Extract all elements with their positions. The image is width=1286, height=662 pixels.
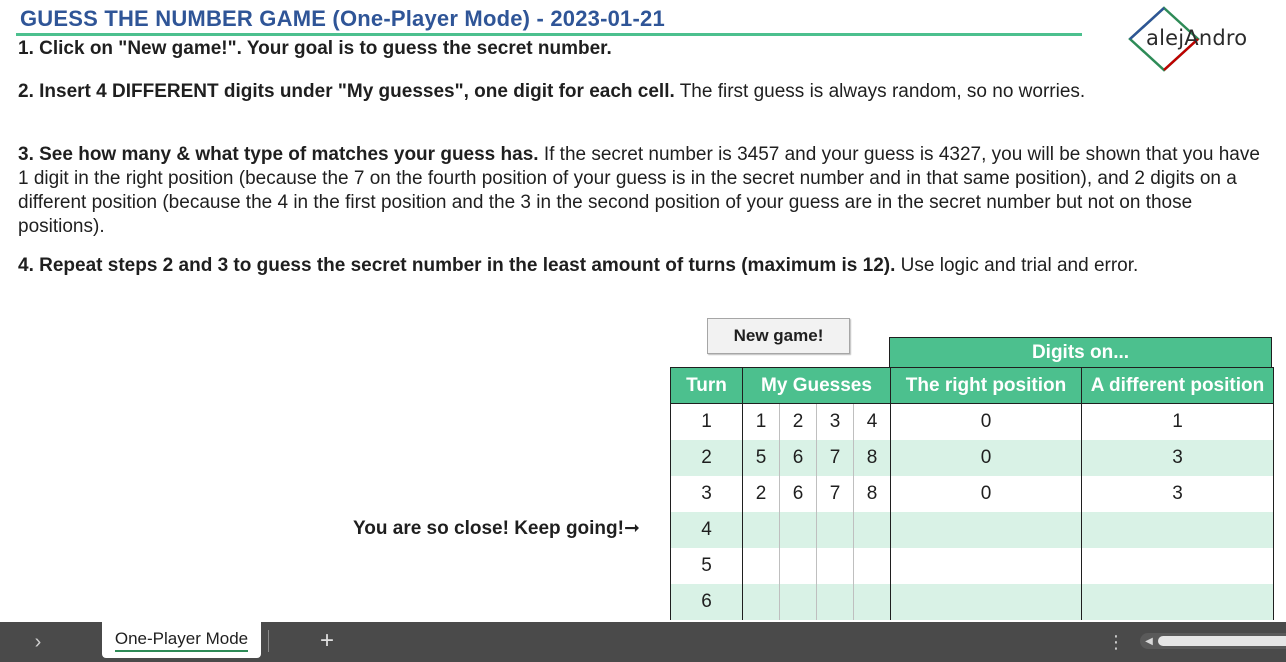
header-different-position: A different position — [1081, 367, 1274, 404]
guess-digit-cell[interactable] — [779, 583, 817, 620]
header-right-position: The right position — [890, 367, 1082, 404]
table-row: 4 — [670, 511, 1274, 548]
instruction-step-4: 4. Repeat steps 2 and 3 to guess the sec… — [18, 254, 1268, 278]
new-game-button[interactable]: New game! — [707, 318, 850, 354]
step-4-bold: 4. Repeat steps 2 and 3 to guess the sec… — [18, 255, 896, 276]
different-position-cell: 1 — [1081, 403, 1274, 440]
horizontal-scrollbar[interactable]: ◀ — [1140, 633, 1286, 649]
different-position-cell: 3 — [1081, 475, 1274, 512]
worksheet-left-edge — [0, 0, 8, 622]
guess-digit-cell[interactable]: 5 — [742, 439, 780, 476]
header-my-guesses: My Guesses — [742, 367, 891, 404]
turn-cell: 4 — [670, 511, 743, 548]
guess-digit-cell[interactable]: 4 — [853, 403, 891, 440]
header-turn: Turn — [670, 367, 743, 404]
guess-digit-cell[interactable]: 8 — [853, 439, 891, 476]
chevron-right-icon[interactable]: › — [28, 630, 48, 654]
guess-digit-cell[interactable] — [816, 547, 854, 584]
game-grid: Turn My Guesses The right position A dif… — [670, 367, 1274, 620]
guess-digit-cell[interactable]: 3 — [816, 403, 854, 440]
different-position-cell — [1081, 547, 1274, 584]
guess-digit-cell[interactable] — [816, 583, 854, 620]
table-row: 1 1 2 3 4 0 1 — [670, 403, 1274, 440]
guess-digit-cell[interactable] — [853, 547, 891, 584]
guess-digit-cell[interactable]: 1 — [742, 403, 780, 440]
guess-digit-cell[interactable] — [853, 511, 891, 548]
guess-digit-cell[interactable] — [853, 583, 891, 620]
turn-cell: 3 — [670, 475, 743, 512]
guess-digit-cell[interactable] — [816, 511, 854, 548]
table-row: 5 — [670, 547, 1274, 584]
guess-digit-cell[interactable]: 7 — [816, 439, 854, 476]
tab-one-player-mode[interactable]: One-Player Mode — [102, 622, 261, 658]
guess-digit-cell[interactable] — [742, 547, 780, 584]
right-position-cell: 0 — [890, 475, 1082, 512]
title-underline — [16, 33, 1082, 36]
worksheet[interactable]: GUESS THE NUMBER GAME (One-Player Mode) … — [0, 0, 1286, 622]
step-2-text: The first guess is always random, so no … — [674, 81, 1086, 102]
tab-divider — [268, 630, 269, 652]
step-4-text: Use logic and trial and error. — [895, 255, 1139, 276]
vertical-ellipsis-icon[interactable]: ⋮ — [1107, 631, 1125, 653]
right-position-cell: 0 — [890, 439, 1082, 476]
guess-digit-cell[interactable]: 6 — [779, 475, 817, 512]
different-position-cell: 3 — [1081, 439, 1274, 476]
turn-cell: 5 — [670, 547, 743, 584]
guess-digit-cell[interactable] — [742, 583, 780, 620]
table-row: 2 5 6 7 8 0 3 — [670, 439, 1274, 476]
guess-digit-cell[interactable]: 6 — [779, 439, 817, 476]
hint-message: You are so close! Keep going!➞ — [353, 518, 640, 539]
right-position-cell — [890, 547, 1082, 584]
plus-icon[interactable]: + — [314, 627, 340, 654]
guess-digit-cell[interactable]: 2 — [742, 475, 780, 512]
guess-digit-cell[interactable]: 8 — [853, 475, 891, 512]
guess-digit-cell[interactable] — [779, 547, 817, 584]
guess-digit-cell[interactable]: 2 — [779, 403, 817, 440]
step-1-bold: 1. Click on "New game!". Your goal is to… — [18, 38, 612, 59]
step-2-bold: 2. Insert 4 DIFFERENT digits under "My g… — [18, 81, 675, 102]
sheet-tab-bar: › One-Player Mode + ⋮ ◀ — [0, 622, 1286, 662]
page-title: GUESS THE NUMBER GAME (One-Player Mode) … — [20, 6, 665, 31]
digits-on-group-header: Digits on... — [889, 337, 1272, 367]
scrollbar-thumb[interactable] — [1158, 636, 1286, 646]
table-row: 3 2 6 7 8 0 3 — [670, 475, 1274, 512]
table-row: 6 — [670, 583, 1274, 620]
instruction-step-2: 2. Insert 4 DIFFERENT digits under "My g… — [18, 80, 1268, 104]
different-position-cell — [1081, 583, 1274, 620]
guess-digit-cell[interactable]: 7 — [816, 475, 854, 512]
right-position-cell — [890, 511, 1082, 548]
instruction-step-1: 1. Click on "New game!". Your goal is to… — [18, 37, 1268, 61]
instruction-step-3: 3. See how many & what type of matches y… — [18, 143, 1268, 239]
different-position-cell — [1081, 511, 1274, 548]
guess-digit-cell[interactable] — [742, 511, 780, 548]
right-position-cell — [890, 583, 1082, 620]
scroll-left-icon[interactable]: ◀ — [1144, 635, 1154, 647]
turn-cell: 2 — [670, 439, 743, 476]
turn-cell: 6 — [670, 583, 743, 620]
right-position-cell: 0 — [890, 403, 1082, 440]
tab-label: One-Player Mode — [114, 629, 249, 652]
guess-digit-cell[interactable] — [779, 511, 817, 548]
turn-cell: 1 — [670, 403, 743, 440]
step-3-bold: 3. See how many & what type of matches y… — [18, 144, 539, 165]
